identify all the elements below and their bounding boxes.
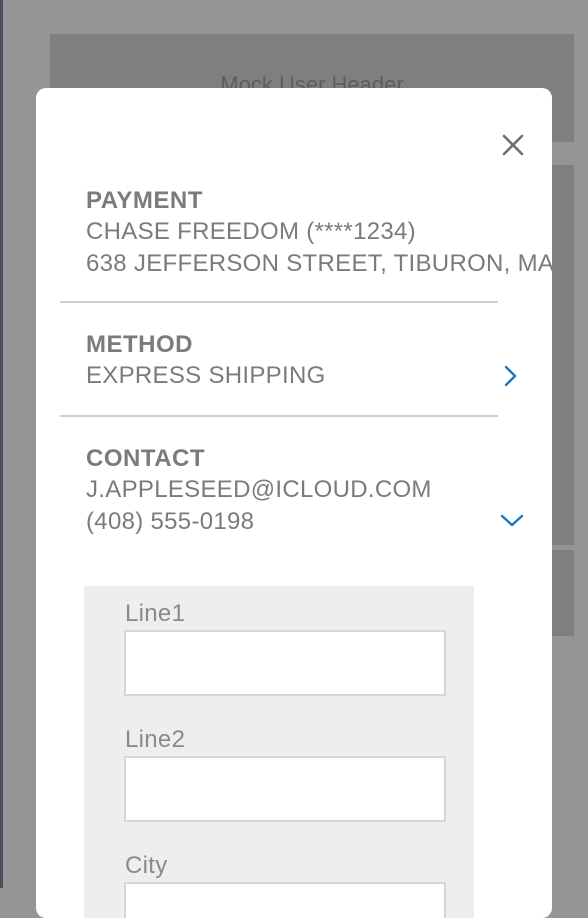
close-button[interactable]: [496, 128, 530, 162]
contact-collapse-button[interactable]: [500, 509, 524, 533]
payment-card: CHASE FREEDOM (****1234): [86, 218, 416, 245]
line2-input[interactable]: [124, 756, 446, 822]
address-form: Line1 Line2 City: [84, 586, 474, 918]
method-expand-button[interactable]: [499, 364, 523, 388]
payment-title: PAYMENT: [86, 187, 203, 214]
method-value: EXPRESS SHIPPING: [86, 362, 326, 389]
city-label: City: [125, 852, 168, 879]
chevron-right-icon[interactable]: [499, 364, 523, 388]
chevron-down-icon[interactable]: [500, 509, 524, 533]
city-input[interactable]: [124, 882, 446, 918]
line2-label: Line2: [125, 726, 186, 753]
contact-title: CONTACT: [86, 445, 206, 472]
contact-section[interactable]: CONTACT J.APPLESEED@ICLOUD.COM (408) 555…: [86, 444, 552, 538]
contact-email: J.APPLESEED@ICLOUD.COM: [86, 476, 432, 503]
payment-section[interactable]: PAYMENT CHASE FREEDOM (****1234) 638 JEF…: [86, 186, 552, 280]
method-section[interactable]: METHOD EXPRESS SHIPPING: [86, 330, 552, 392]
divider: [60, 415, 498, 417]
checkout-modal: PAYMENT CHASE FREEDOM (****1234) 638 JEF…: [36, 88, 552, 918]
window-edge: [0, 0, 3, 888]
payment-address: 638 JEFFERSON STREET, TIBURON, MA: [86, 250, 552, 277]
contact-phone: (408) 555-0198: [86, 508, 255, 535]
line1-label: Line1: [125, 600, 186, 627]
method-title: METHOD: [86, 331, 193, 358]
line1-input[interactable]: [124, 630, 446, 696]
background-panel: [552, 550, 574, 636]
close-icon[interactable]: [496, 128, 530, 162]
divider: [60, 301, 498, 303]
background-panel: [552, 165, 574, 545]
